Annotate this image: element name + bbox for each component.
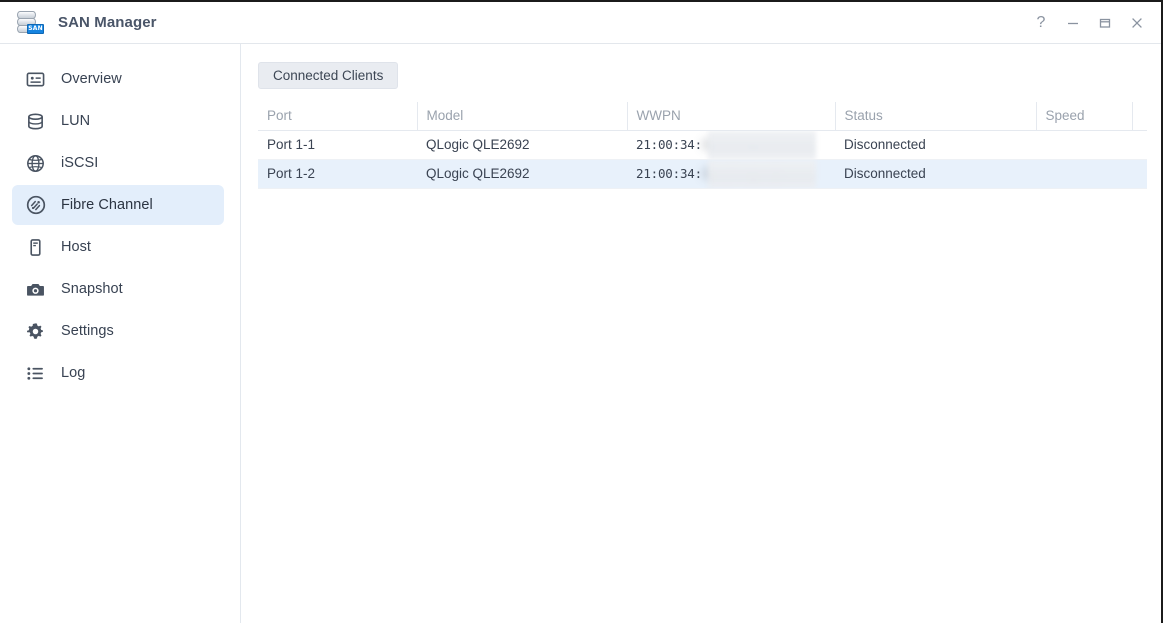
sidebar-item-label: LUN [61,113,90,129]
camera-icon [25,279,46,300]
column-header-speed[interactable]: Speed [1036,102,1132,130]
table-row[interactable]: Port 1-1 QLogic QLE2692 21:00:34:80:27:b… [258,130,1147,159]
globe-icon [25,153,46,174]
sidebar-item-settings[interactable]: Settings [12,311,224,351]
sidebar: Overview LUN [0,44,241,623]
san-badge: SAN [27,24,44,34]
cell-port: Port 1-1 [258,130,417,159]
sidebar-item-label: Host [61,239,91,255]
sidebar-item-iscsi[interactable]: iSCSI [12,143,224,183]
table-body: Port 1-1 QLogic QLE2692 21:00:34:80:27:b… [258,130,1147,188]
main-content: Connected Clients Port Model WWPN [241,44,1161,623]
sidebar-item-host[interactable]: Host [12,227,224,267]
window-body: Overview LUN [0,44,1161,623]
cell-speed [1036,130,1132,159]
minimize-button[interactable] [1057,7,1089,39]
sidebar-item-log[interactable]: Log [12,353,224,393]
connected-clients-button[interactable]: Connected Clients [258,62,398,89]
sidebar-item-label: Log [61,365,85,381]
cell-wwpn: 21:00:34:80:27:ba:1d [627,159,835,188]
sidebar-item-snapshot[interactable]: Snapshot [12,269,224,309]
sidebar-item-fibre-channel[interactable]: Fibre Channel [12,185,224,225]
app-title: SAN Manager [58,14,157,31]
san-manager-app-icon: SAN [14,10,44,36]
san-manager-window: SAN SAN Manager ? [0,0,1163,623]
cell-wwpn: 21:00:34:80:27:ba:1c [627,130,835,159]
close-icon [1130,16,1144,30]
cell-port: Port 1-2 [258,159,417,188]
column-header-spacer [1132,102,1147,130]
content-empty-area [258,189,1144,623]
sidebar-item-label: Snapshot [61,281,123,297]
title-bar: SAN SAN Manager ? [0,2,1161,44]
host-icon [25,237,46,258]
overview-icon [25,69,46,90]
question-mark-icon: ? [1037,15,1046,31]
minimize-icon [1066,16,1080,30]
gear-icon [25,321,46,342]
cell-spacer [1132,130,1147,159]
table-header: Port Model WWPN Status Speed [258,102,1147,130]
cell-model: QLogic QLE2692 [417,159,627,188]
sidebar-item-label: Fibre Channel [61,197,153,213]
cell-spacer [1132,159,1147,188]
wwpn-redacted-part: 80:27:ba:1c [702,137,783,152]
table-row[interactable]: Port 1-2 QLogic QLE2692 21:00:34:80:27:b… [258,159,1147,188]
sidebar-item-label: Settings [61,323,114,339]
sidebar-item-label: Overview [61,71,122,87]
cell-status: Disconnected [835,159,1036,188]
window-controls: ? [1025,2,1153,44]
wwpn-redacted-part: 80:27:ba:1d [702,166,783,181]
column-header-port[interactable]: Port [258,102,417,130]
maximize-icon [1098,16,1112,30]
column-header-status[interactable]: Status [835,102,1036,130]
maximize-button[interactable] [1089,7,1121,39]
list-icon [25,363,46,384]
close-button[interactable] [1121,7,1153,39]
cell-status: Disconnected [835,130,1036,159]
content-toolbar: Connected Clients [258,62,1144,89]
sidebar-item-label: iSCSI [61,155,98,171]
help-button[interactable]: ? [1025,7,1057,39]
sidebar-item-overview[interactable]: Overview [12,59,224,99]
column-header-model[interactable]: Model [417,102,627,130]
database-icon [25,111,46,132]
fibre-channel-icon [25,195,46,216]
wwpn-visible-part: 21:00:34: [636,166,702,181]
fibre-channel-ports-table: Port Model WWPN Status Speed Port 1-1 QL… [258,102,1147,189]
table-header-row: Port Model WWPN Status Speed [258,102,1147,130]
sidebar-item-lun[interactable]: LUN [12,101,224,141]
column-header-wwpn[interactable]: WWPN [627,102,835,130]
wwpn-visible-part: 21:00:34: [636,137,702,152]
cell-speed [1036,159,1132,188]
cell-model: QLogic QLE2692 [417,130,627,159]
